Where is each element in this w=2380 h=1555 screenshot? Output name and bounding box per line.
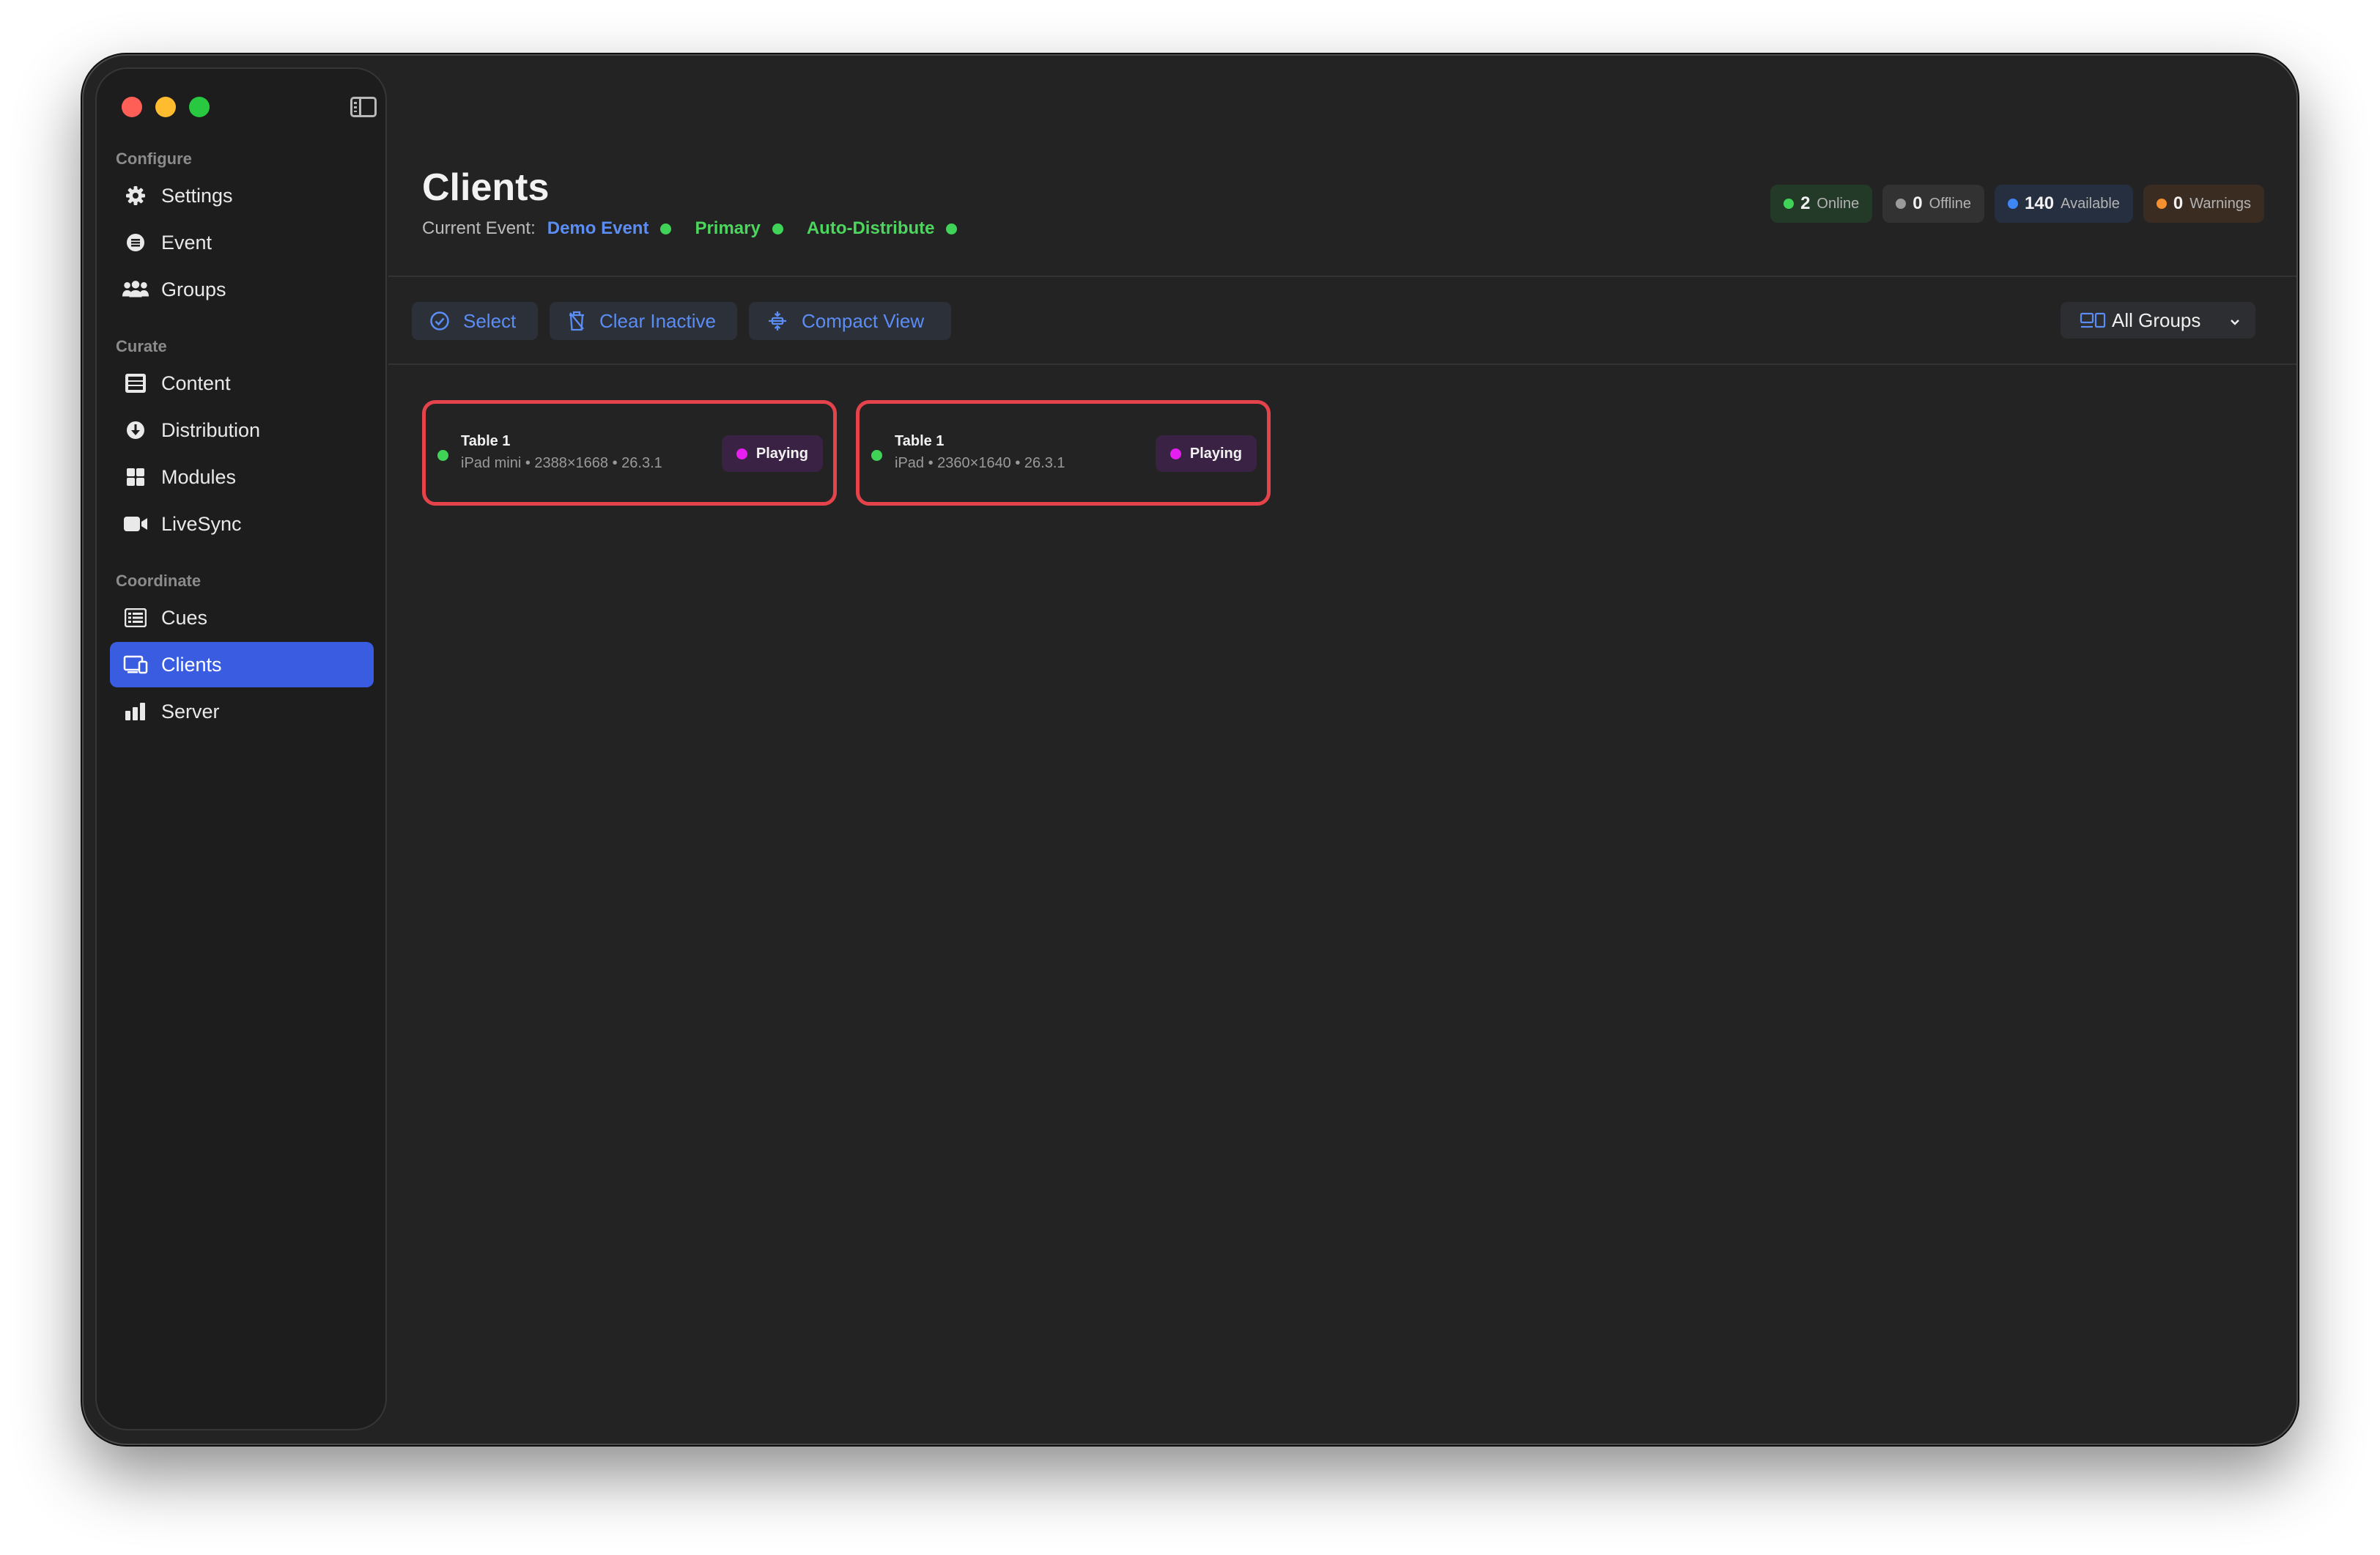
page-title: Clients xyxy=(422,166,550,209)
online-status-dot xyxy=(871,450,882,461)
client-name: Table 1 xyxy=(895,433,945,449)
download-icon xyxy=(122,416,149,444)
chevron-down-icon xyxy=(2228,312,2242,335)
available-label: Available xyxy=(2061,195,2120,212)
offline-count: 0 xyxy=(1912,193,1923,213)
sidebar-item-distribution[interactable]: Distribution xyxy=(110,407,374,453)
sidebar-item-label: Content xyxy=(161,372,231,394)
sidebar-item-event[interactable]: Event xyxy=(110,220,374,265)
clear-inactive-button-label: Clear Inactive xyxy=(599,309,716,332)
groups-filter-select[interactable]: All Groups xyxy=(2061,302,2255,339)
client-card[interactable]: Table 1 iPad mini • 2388×1668 • 26.3.1 P… xyxy=(422,400,837,506)
section-label-configure: Configure xyxy=(116,149,192,168)
sidebar-item-label: Event xyxy=(161,231,212,254)
compact-view-button[interactable]: Compact View xyxy=(749,302,951,340)
sidebar-item-label: Server xyxy=(161,700,220,723)
status-badge: Playing xyxy=(1155,435,1257,472)
sidebar-item-modules[interactable]: Modules xyxy=(110,454,374,500)
people-icon xyxy=(122,276,149,303)
auto-distribute-label: Auto-Distribute xyxy=(806,218,935,238)
sidebar-item-livesync[interactable]: LiveSync xyxy=(110,501,374,547)
client-device-info: iPad mini • 2388×1668 • 26.3.1 xyxy=(461,455,662,471)
available-count: 140 xyxy=(2025,193,2055,213)
header-divider xyxy=(388,276,2296,277)
online-status-dot xyxy=(437,450,448,461)
groups-icon xyxy=(2080,311,2106,329)
event-status-line: Current Event: Demo Event Primary Auto-D… xyxy=(422,218,958,239)
sidebar-item-groups[interactable]: Groups xyxy=(110,267,374,312)
video-camera-icon xyxy=(122,510,149,538)
status-summary: 2 Online 0 Offline 140 Available 0 Warni… xyxy=(1770,185,2264,223)
status-badge-label: Playing xyxy=(1189,445,1242,462)
sidebar-item-label: Distribution xyxy=(161,418,261,441)
trash-icon xyxy=(567,310,586,332)
event-status-dot xyxy=(660,223,672,234)
primary-label: Primary xyxy=(695,218,761,238)
sidebar-item-label: Cues xyxy=(161,606,208,629)
film-icon xyxy=(122,369,149,397)
list-icon xyxy=(122,604,149,632)
event-icon xyxy=(122,229,149,256)
warnings-dot xyxy=(2156,199,2167,209)
online-count-badge: 2 Online xyxy=(1770,185,1873,223)
sidebar-item-label: LiveSync xyxy=(161,512,242,535)
close-window-button[interactable] xyxy=(122,97,142,117)
checkmark-circle-icon xyxy=(429,311,450,331)
available-count-badge: 140 Available xyxy=(1995,185,2133,223)
sidebar-item-server[interactable]: Server xyxy=(110,689,374,734)
online-label: Online xyxy=(1817,195,1860,212)
client-card[interactable]: Table 1 iPad • 2360×1640 • 26.3.1 Playin… xyxy=(856,400,1271,506)
sidebar-item-clients[interactable]: Clients xyxy=(110,642,374,687)
groups-filter-value: All Groups xyxy=(2112,309,2201,331)
online-count: 2 xyxy=(1800,193,1811,213)
grid-icon xyxy=(122,463,149,491)
warnings-count: 0 xyxy=(2173,193,2184,213)
select-button-label: Select xyxy=(463,309,517,332)
available-dot xyxy=(2008,199,2019,209)
minimize-window-button[interactable] xyxy=(155,97,176,117)
bar-chart-icon xyxy=(122,698,149,725)
compress-icon xyxy=(766,310,788,332)
sidebar-item-settings[interactable]: Settings xyxy=(110,173,374,218)
warnings-label: Warnings xyxy=(2189,195,2251,212)
zoom-window-button[interactable] xyxy=(189,97,210,117)
compact-view-button-label: Compact View xyxy=(802,309,925,332)
sidebar-item-label: Modules xyxy=(161,465,237,488)
sidebar-item-label: Settings xyxy=(161,184,233,207)
section-label-coordinate: Coordinate xyxy=(116,572,202,590)
current-event-link[interactable]: Demo Event xyxy=(547,218,649,239)
section-label-curate: Curate xyxy=(116,337,167,355)
auto-distribute-status-dot xyxy=(946,223,958,234)
toolbar-divider xyxy=(388,363,2296,365)
playing-dot xyxy=(1169,448,1181,459)
sidebar-toggle-icon[interactable] xyxy=(350,97,377,117)
status-badge-label: Playing xyxy=(755,445,808,462)
status-badge: Playing xyxy=(721,435,823,472)
offline-count-badge: 0 Offline xyxy=(1882,185,1985,223)
sidebar-item-label: Groups xyxy=(161,278,226,300)
playing-dot xyxy=(736,448,747,459)
online-dot xyxy=(1784,199,1795,209)
warnings-count-badge: 0 Warnings xyxy=(2143,185,2264,223)
sidebar-item-label: Clients xyxy=(161,653,222,676)
client-name: Table 1 xyxy=(461,433,511,449)
app-window: Configure Settings Event Groups Curate C… xyxy=(82,54,2298,1445)
clear-inactive-button[interactable]: Clear Inactive xyxy=(550,302,737,340)
devices-icon xyxy=(122,651,149,679)
sidebar-item-content[interactable]: Content xyxy=(110,361,374,406)
gear-icon xyxy=(122,182,149,210)
client-device-info: iPad • 2360×1640 • 26.3.1 xyxy=(895,455,1065,471)
select-button[interactable]: Select xyxy=(412,302,538,340)
primary-status-dot xyxy=(772,223,783,234)
offline-dot xyxy=(1896,199,1907,209)
sidebar: Configure Settings Event Groups Curate C… xyxy=(95,67,387,1430)
current-event-label: Current Event: xyxy=(422,218,536,238)
sidebar-item-cues[interactable]: Cues xyxy=(110,595,374,640)
offline-label: Offline xyxy=(1929,195,1972,212)
